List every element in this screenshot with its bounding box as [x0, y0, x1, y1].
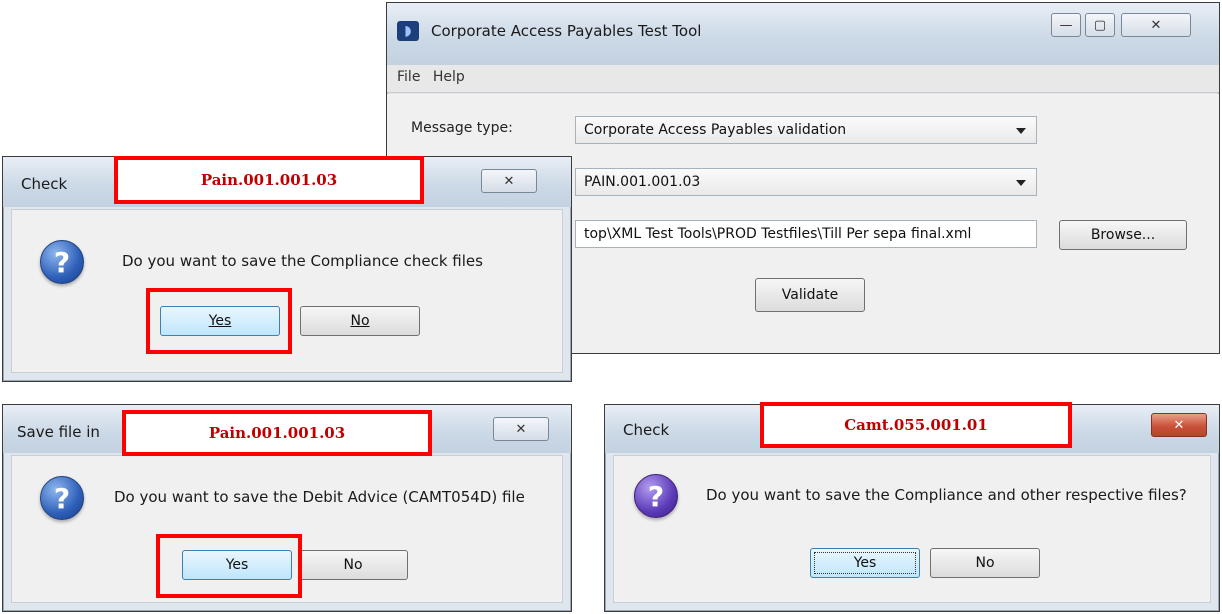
save-file-dialog-message: Do you want to save the Debit Advice (CA…: [114, 488, 525, 506]
app-icon: ◗: [397, 21, 419, 41]
annotation-highlight-yes-top: [146, 288, 292, 354]
annotation-label-top: Pain.001.001.03: [114, 156, 424, 204]
file-path-input[interactable]: top\XML Test Tools\PROD Testfiles\Till P…: [575, 220, 1037, 248]
no-button[interactable]: No: [930, 548, 1040, 578]
no-button[interactable]: No: [298, 550, 408, 580]
check-dialog-top-title: Check: [21, 175, 68, 193]
save-file-dialog-title: Save file in: [17, 423, 100, 441]
question-icon: ?: [634, 474, 678, 518]
validate-button[interactable]: Validate: [755, 278, 865, 312]
main-window-titlebar[interactable]: ◗ Corporate Access Payables Test Tool — …: [387, 3, 1219, 65]
chevron-down-icon: [1016, 180, 1026, 186]
question-icon: ?: [40, 240, 84, 284]
annotation-label-save: Pain.001.001.03: [122, 410, 432, 456]
browse-button[interactable]: Browse...: [1059, 220, 1187, 250]
close-icon[interactable]: ✕: [493, 417, 549, 441]
question-icon: ?: [40, 476, 84, 520]
check-dialog-right-body: ? Do you want to save the Compliance and…: [613, 455, 1211, 603]
maximize-icon[interactable]: ▢: [1085, 13, 1115, 37]
close-icon[interactable]: ✕: [1151, 413, 1207, 437]
no-button[interactable]: No: [300, 306, 420, 336]
annotation-highlight-yes-save: [156, 534, 302, 598]
menu-file[interactable]: File: [397, 69, 420, 85]
message-type-dropdown[interactable]: Corporate Access Payables validation: [575, 116, 1037, 144]
check-dialog-right-message: Do you want to save the Compliance and o…: [706, 486, 1187, 504]
yes-button[interactable]: Yes: [810, 548, 920, 578]
menu-bar: File Help: [387, 65, 1219, 93]
format-dropdown[interactable]: PAIN.001.001.03: [575, 168, 1037, 196]
minimize-icon[interactable]: —: [1051, 13, 1081, 37]
close-icon[interactable]: ✕: [1121, 13, 1191, 37]
close-icon[interactable]: ✕: [481, 169, 537, 193]
check-dialog-right-title: Check: [623, 421, 670, 439]
chevron-down-icon: [1016, 128, 1026, 134]
check-dialog-top-message: Do you want to save the Compliance check…: [122, 252, 483, 270]
annotation-label-camt: Camt.055.001.01: [760, 402, 1072, 448]
message-type-label: Message type:: [411, 120, 513, 136]
main-window-title: Corporate Access Payables Test Tool: [431, 22, 702, 40]
no-label: No: [350, 313, 370, 329]
menu-help[interactable]: Help: [433, 69, 465, 85]
